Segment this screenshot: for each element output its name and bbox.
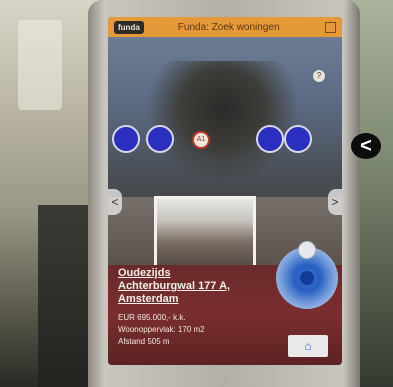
radar-compass[interactable] xyxy=(276,241,338,309)
radar-direction-indicator xyxy=(298,241,316,259)
app-title: Funda: Zoek woningen xyxy=(177,21,280,33)
info-icon[interactable]: ? xyxy=(313,70,325,82)
address-street: Oudezijds xyxy=(118,267,171,279)
brand-logo: funda xyxy=(114,20,144,34)
background-doorway xyxy=(38,205,88,387)
property-distance: Afstand 505 m xyxy=(118,337,170,346)
camera-view: ? A1 < > xyxy=(108,37,342,274)
app-title-bar: funda Funda: Zoek woningen xyxy=(108,17,342,37)
address-number: Achterburgwal 177 A, xyxy=(118,280,231,292)
tree-silhouette xyxy=(148,61,298,181)
side-back-badge[interactable]: < xyxy=(351,133,381,159)
address-city: Amsterdam xyxy=(118,293,179,305)
home-icon: ⌂ xyxy=(304,339,312,353)
poi-marker[interactable] xyxy=(146,125,174,153)
menu-icon[interactable] xyxy=(325,22,336,33)
home-button[interactable]: ⌂ xyxy=(288,335,328,357)
background-window xyxy=(18,20,62,110)
poi-marker[interactable] xyxy=(284,125,312,153)
property-photo-image xyxy=(157,199,253,271)
poi-marker[interactable] xyxy=(112,125,140,153)
radar-center xyxy=(300,271,314,285)
property-address[interactable]: Oudezijds Achterburgwal 177 A, Amsterdam xyxy=(118,267,268,306)
prev-arrow-button[interactable]: < xyxy=(108,189,122,215)
next-arrow-button[interactable]: > xyxy=(328,189,342,215)
poi-marker[interactable] xyxy=(256,125,284,153)
phone-screen: funda Funda: Zoek woningen ? A1 < > Oude… xyxy=(108,17,342,365)
property-price: EUR 695.000,- k.k. xyxy=(118,313,186,322)
poi-active-badge[interactable]: A1 xyxy=(192,131,210,149)
property-area: Woonoppervlak: 170 m2 xyxy=(118,325,205,334)
property-photo[interactable] xyxy=(154,196,256,274)
